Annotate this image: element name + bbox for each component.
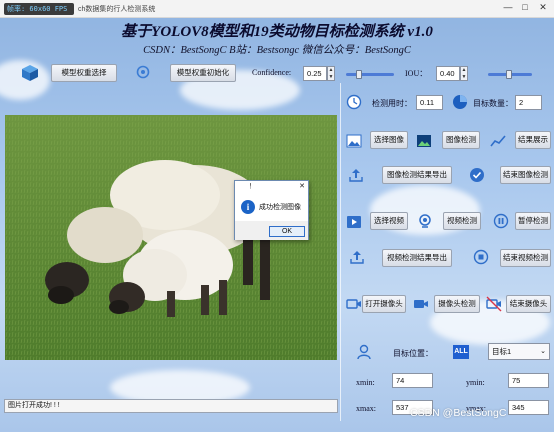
xmin-label: xmin:	[356, 378, 375, 387]
minimize-button[interactable]: —	[500, 2, 516, 12]
fps-indicator: 帧率: 60x60 FPS	[4, 3, 74, 15]
confidence-input[interactable]: 0.25	[303, 66, 327, 81]
ymin-label: ymin:	[466, 378, 485, 387]
video-icon	[347, 216, 361, 228]
dialog-title-text: ！	[249, 183, 256, 190]
select-model-button[interactable]: 模型权重选择	[51, 64, 117, 82]
info-icon: i	[241, 200, 255, 214]
close-button[interactable]: ✕	[535, 2, 551, 13]
select-image-button[interactable]: 选择图像	[370, 131, 408, 149]
iou-input[interactable]: 0.40	[436, 66, 460, 81]
confidence-slider[interactable]	[346, 70, 394, 79]
ymin-value: 75	[508, 373, 549, 388]
app-title: 基于YOLOV8模型和19类动物目标检测系统 v1.0	[121, 24, 433, 40]
confidence-label: Confidence:	[252, 68, 292, 77]
image-icon	[346, 134, 362, 148]
iou-label: IOU：	[405, 69, 428, 78]
chevron-down-icon: ⌄	[540, 348, 546, 355]
dialog-title: ！ ✕	[235, 181, 308, 193]
upload-icon	[349, 169, 363, 182]
video-detect-button[interactable]: 视频检测	[443, 212, 481, 230]
show-result-button[interactable]: 结果展示	[515, 131, 551, 149]
pause-detect-button[interactable]: 暂停检测	[515, 212, 551, 230]
camera-detect-icon	[414, 300, 428, 308]
iou-slider[interactable]	[488, 70, 532, 79]
pie-chart-icon	[453, 95, 467, 109]
end-image-detect-button[interactable]: 结束图像检测	[500, 166, 551, 184]
camera-detect-button[interactable]: 摄像头检测	[434, 295, 480, 313]
dialog-ok-button[interactable]: OK	[269, 226, 305, 237]
target-count-label: 目标数量：	[473, 99, 513, 108]
upload-icon	[350, 251, 364, 264]
detection-time-label: 检测用时：	[372, 99, 412, 108]
target-select-value: 目标1	[492, 347, 512, 356]
clock-icon	[346, 94, 362, 110]
open-camera-button[interactable]: 打开摄像头	[362, 295, 406, 313]
export-video-result-button[interactable]: 视频检测结果导出	[382, 249, 452, 267]
xmin-value: 74	[392, 373, 433, 388]
image-detect-button[interactable]: 图像检测	[442, 131, 480, 149]
cube-icon	[22, 65, 38, 81]
dialog-message: 成功检测图像	[259, 204, 301, 211]
end-video-detect-button[interactable]: 结束视频检测	[500, 249, 551, 267]
panel-divider	[340, 83, 341, 421]
app-subtitle: CSDN：BestSongC B站：Bestsongc 微信公众号：BestSo…	[143, 45, 411, 56]
all-targets-badge: ALL	[453, 345, 469, 359]
init-model-button[interactable]: 模型权重初始化	[170, 64, 236, 82]
export-image-result-button[interactable]: 图像检测结果导出	[382, 166, 452, 184]
target-count-value: 2	[515, 95, 542, 110]
window-titlebar: 帧率: 60x60 FPS ch数据集的行人检测系统 — □ ✕	[0, 0, 554, 18]
success-dialog: ！ ✕ i 成功检测图像 OK	[234, 180, 309, 240]
line-chart-icon	[490, 135, 506, 147]
ymax-value: 345	[508, 400, 549, 415]
gear-icon	[136, 65, 150, 79]
select-video-button[interactable]: 选择视频	[370, 212, 408, 230]
window-title: ch数据集的行人检测系统	[78, 6, 156, 13]
iou-spinner[interactable]: ▲ ▼	[460, 66, 468, 81]
dialog-close-icon[interactable]: ✕	[299, 181, 305, 193]
confidence-spinner[interactable]: ▲ ▼	[327, 66, 335, 81]
xmax-label: xmax:	[356, 404, 376, 413]
user-location-icon	[357, 344, 371, 360]
stop-icon	[473, 249, 489, 265]
camera-off-icon	[486, 296, 502, 312]
target-position-label: 目标位置：	[393, 349, 433, 358]
webcam-icon	[419, 214, 431, 228]
close-camera-button[interactable]: 结束摄像头	[506, 295, 551, 313]
camera-icon	[346, 299, 361, 309]
status-bar: 图片打开成功! ! !	[4, 399, 338, 413]
check-circle-icon	[470, 168, 484, 182]
iou-slider-handle[interactable]	[506, 70, 512, 79]
csdn-watermark: CSDN @BestSongC	[410, 407, 507, 419]
target-select[interactable]: 目标1 ⌄	[488, 343, 550, 360]
detection-time-value: 0.11	[416, 95, 443, 110]
maximize-button[interactable]: □	[517, 2, 533, 12]
pause-icon	[493, 213, 509, 229]
image-detect-icon	[417, 135, 431, 147]
confidence-slider-handle[interactable]	[356, 70, 362, 79]
